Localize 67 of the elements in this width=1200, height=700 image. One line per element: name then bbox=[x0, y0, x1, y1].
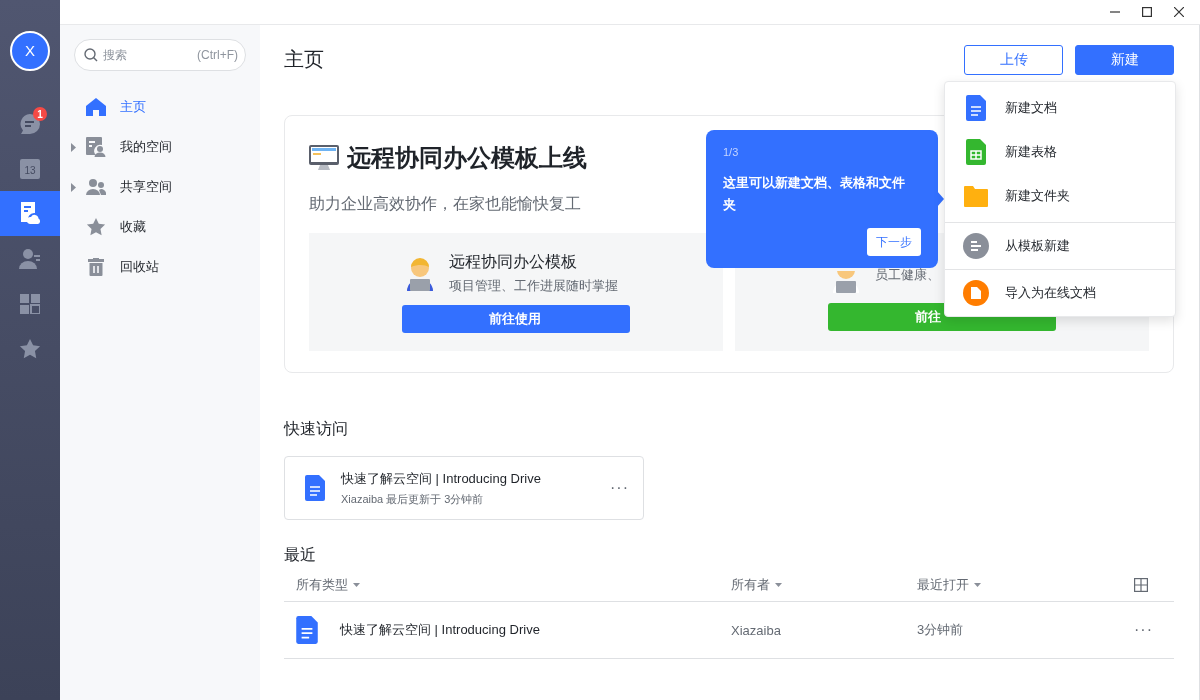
drive-icon[interactable] bbox=[19, 201, 41, 226]
star-icon[interactable] bbox=[19, 337, 41, 360]
rail-item[interactable] bbox=[0, 191, 60, 236]
home-icon bbox=[86, 98, 106, 116]
tooltip-text: 这里可以新建文档、表格和文件夹 bbox=[723, 174, 906, 214]
banner-subtitle: 助力企业高效协作，在家也能愉快复工 bbox=[309, 194, 581, 214]
avatar[interactable]: X bbox=[10, 30, 50, 71]
use-template-button[interactable]: 前往使用 bbox=[402, 304, 630, 333]
menu-item[interactable]: 新建表格 bbox=[1005, 143, 1057, 161]
banner-title: 远程协同办公模板上线 bbox=[347, 143, 587, 173]
dropdown-caret-icon bbox=[974, 582, 981, 587]
file-card[interactable]: 快速了解云空间 | Introducing Drive Xiazaiba 最后更新于 3分钟前 ··· bbox=[284, 456, 644, 520]
rail-item[interactable]: 1 bbox=[0, 101, 60, 146]
template-description: 项目管理、工作进展随时掌握 bbox=[449, 276, 618, 295]
sidebar-item[interactable]: 主页 bbox=[120, 98, 146, 116]
expand-caret-icon[interactable] bbox=[70, 182, 76, 192]
column-filter[interactable]: 所有者 bbox=[731, 575, 917, 594]
document-icon bbox=[305, 475, 325, 501]
sidebar-item[interactable]: 我的空间 bbox=[120, 138, 172, 156]
more-button[interactable]: ··· bbox=[610, 479, 629, 497]
search-icon bbox=[84, 48, 98, 62]
section-title: 最近 bbox=[284, 545, 317, 565]
document-icon bbox=[296, 616, 318, 644]
shortcut-hint: (Ctrl+F) bbox=[197, 48, 238, 62]
column-filter[interactable]: 最近打开 bbox=[917, 575, 1134, 594]
folder-icon bbox=[964, 185, 988, 207]
sidebar-item[interactable]: 回收站 bbox=[120, 258, 159, 276]
maximize-icon[interactable] bbox=[1142, 7, 1152, 17]
column-filter[interactable]: 所有类型 bbox=[296, 575, 731, 594]
template-icon bbox=[963, 233, 989, 259]
menu-item[interactable]: 新建文件夹 bbox=[1005, 187, 1070, 205]
document-icon bbox=[965, 95, 987, 121]
file-title: 快速了解云空间 | Introducing Drive bbox=[341, 469, 542, 488]
step-counter: 1/3 bbox=[723, 146, 740, 158]
people-icon bbox=[86, 179, 106, 195]
sidebar-item[interactable]: 共享空间 bbox=[120, 178, 172, 196]
monitor-icon bbox=[309, 145, 339, 171]
file-meta: Xiazaiba 最后更新于 3分钟前 bbox=[341, 491, 485, 507]
close-icon[interactable] bbox=[1174, 7, 1184, 17]
grid-view-icon[interactable] bbox=[1134, 577, 1148, 592]
menu-item[interactable]: 新建文档 bbox=[1005, 99, 1057, 117]
trash-icon bbox=[88, 258, 104, 276]
menu-item[interactable]: 从模板新建 bbox=[1005, 237, 1070, 255]
template-title: 远程协同办公模板 bbox=[449, 251, 578, 272]
file-name[interactable]: 快速了解云空间 | Introducing Drive bbox=[340, 621, 540, 639]
dropdown-caret-icon bbox=[775, 582, 782, 587]
expand-caret-icon[interactable] bbox=[70, 142, 76, 152]
sidebar-item[interactable]: 收藏 bbox=[120, 218, 146, 236]
menu-item[interactable]: 导入为在线文档 bbox=[1005, 284, 1096, 302]
star-icon bbox=[86, 217, 106, 237]
section-title: 快速访问 bbox=[284, 419, 349, 439]
spreadsheet-icon bbox=[965, 139, 987, 165]
upload-button[interactable]: 上传 bbox=[964, 44, 1063, 75]
unread-badge: 1 bbox=[33, 107, 47, 121]
more-button[interactable]: ··· bbox=[1134, 621, 1174, 639]
page-title: 主页 bbox=[284, 47, 324, 72]
template-description: 员工健康、 bbox=[875, 266, 940, 284]
table-cell-text: Xiazaiba bbox=[731, 622, 782, 638]
chat-icon[interactable] bbox=[19, 112, 41, 135]
folder-user-icon bbox=[86, 137, 106, 157]
next-button[interactable]: 下一步 bbox=[867, 228, 921, 256]
contacts-icon[interactable] bbox=[19, 247, 41, 270]
apps-icon[interactable] bbox=[20, 293, 40, 314]
import-icon bbox=[963, 280, 989, 306]
table-cell-text: 3分钟前 bbox=[917, 621, 965, 639]
dropdown-caret-icon bbox=[353, 582, 360, 587]
new-button[interactable]: 新建 bbox=[1075, 44, 1174, 75]
